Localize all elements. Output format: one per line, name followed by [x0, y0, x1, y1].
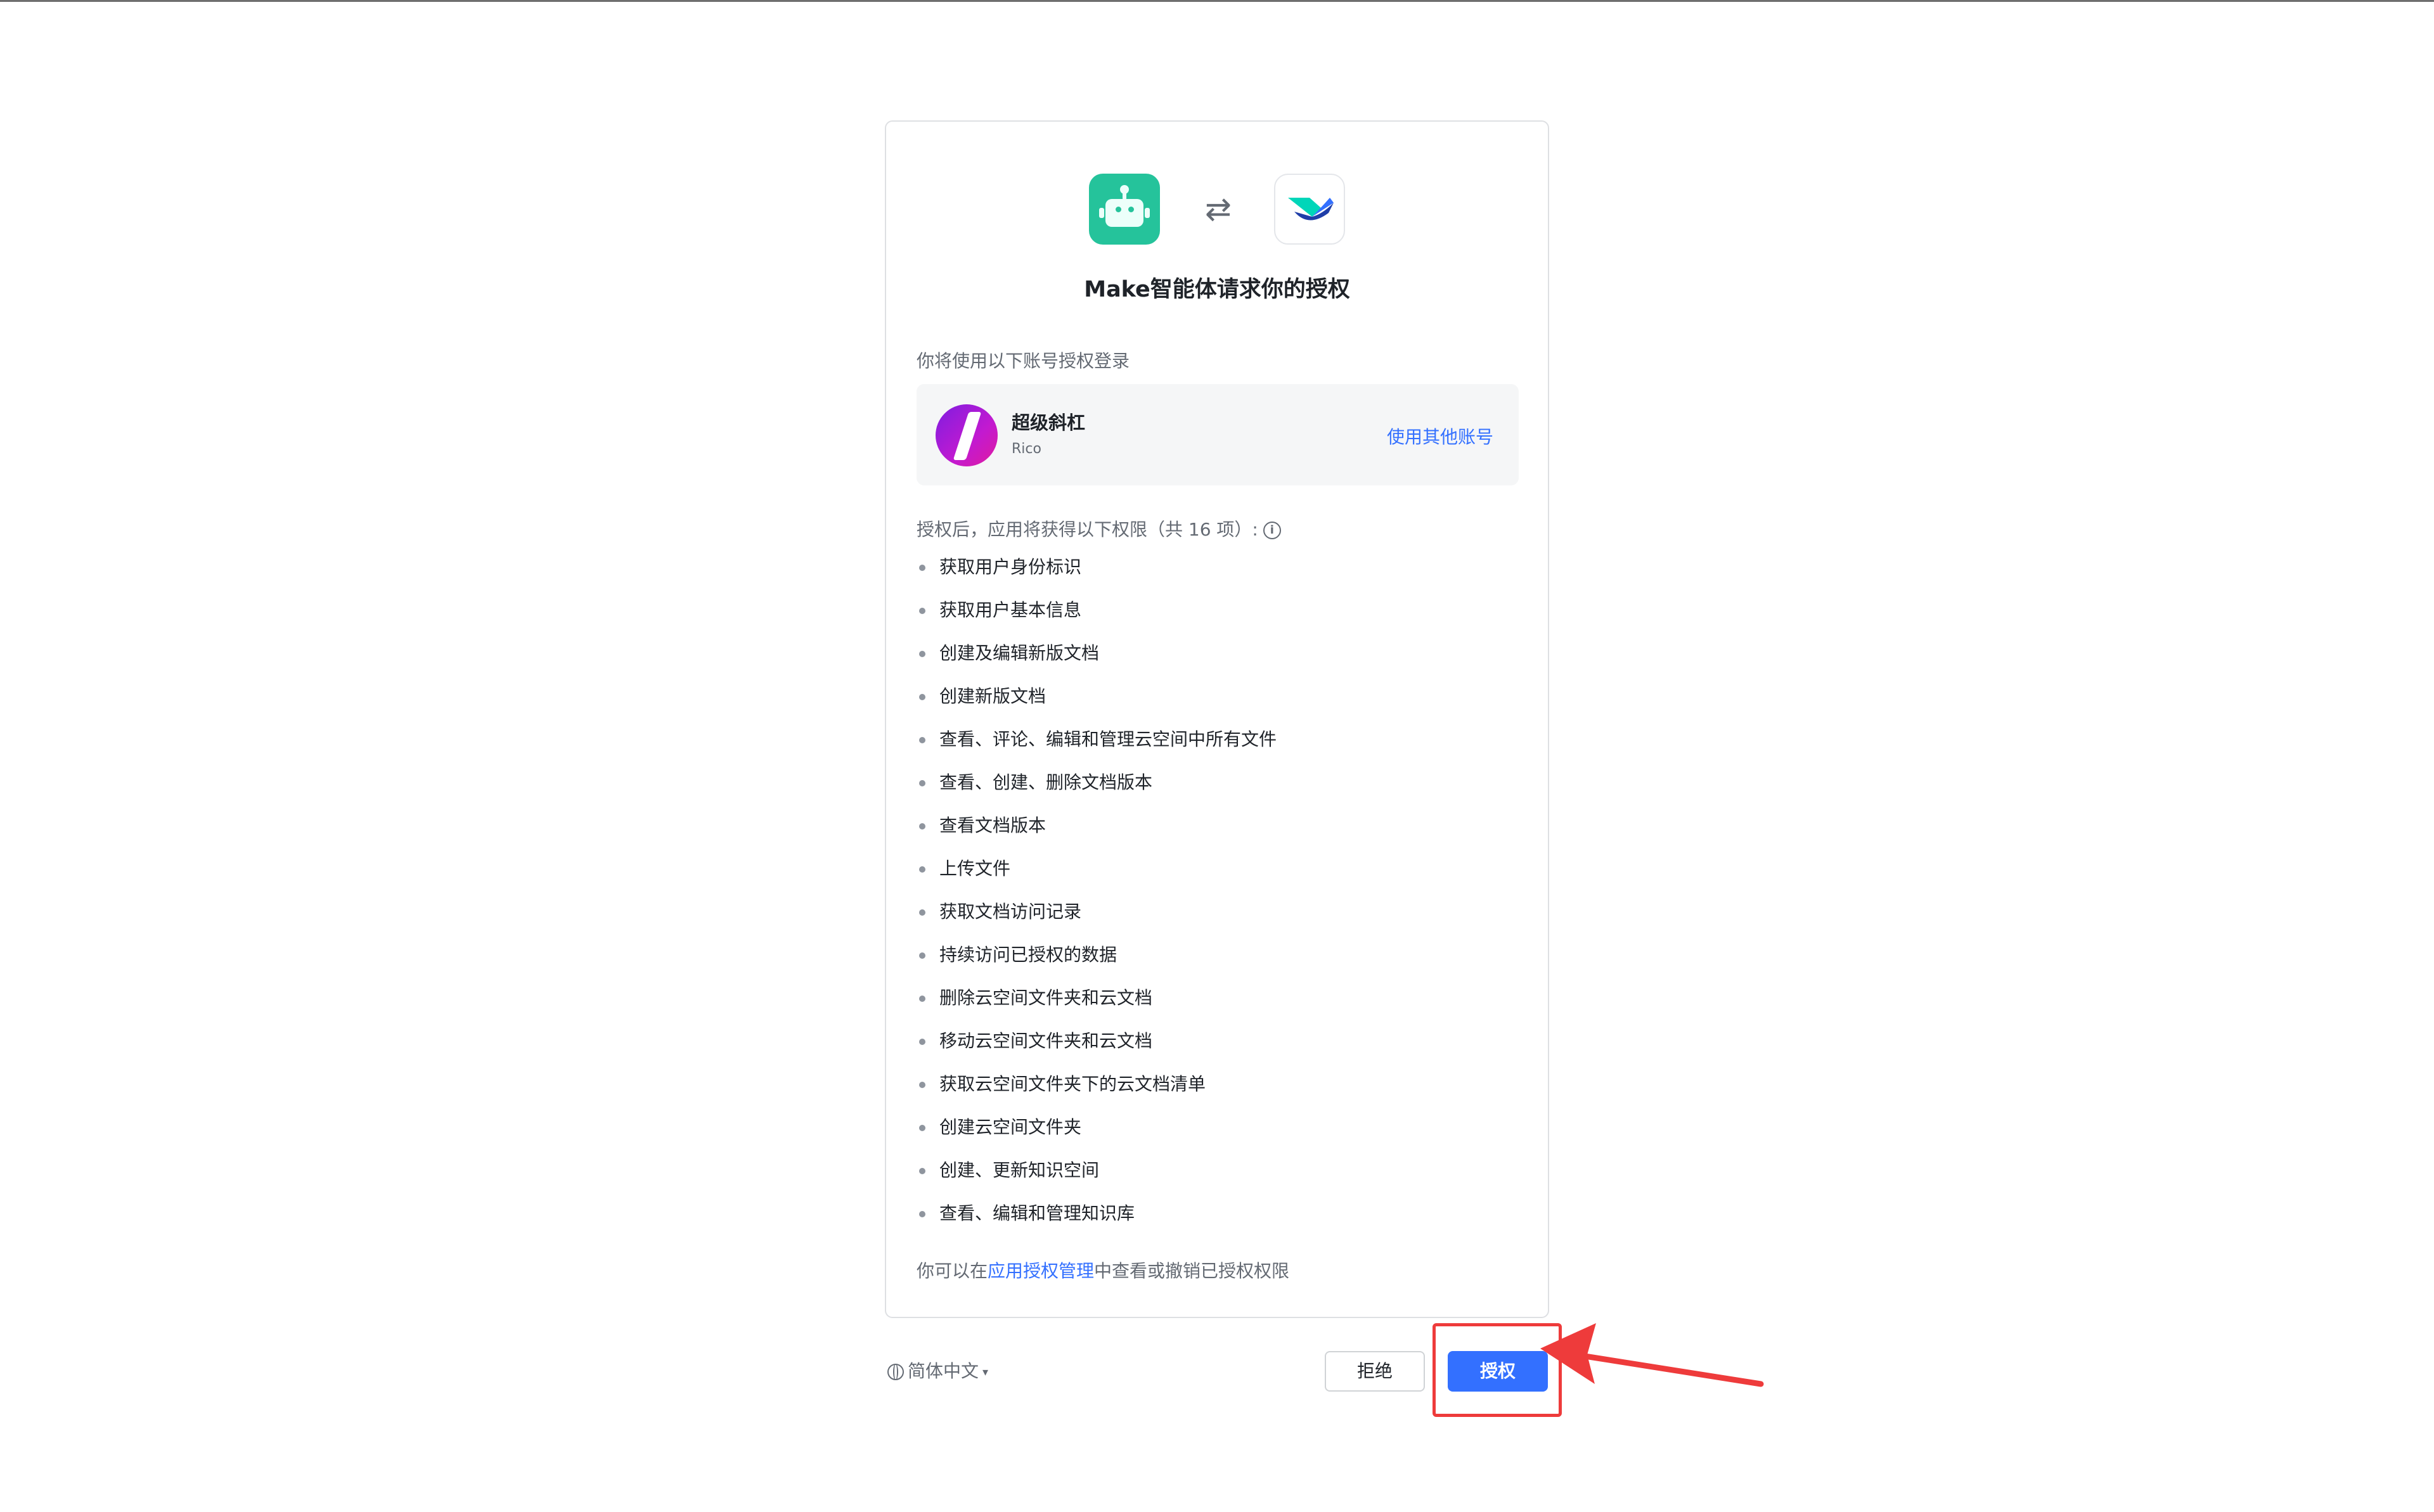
annotation-arrow-icon	[1540, 1323, 1764, 1387]
reject-button[interactable]: 拒绝	[1325, 1351, 1425, 1392]
permission-item: 获取云空间文件夹下的云文档清单	[917, 1073, 1277, 1117]
account-box: 超级斜杠 Rico 使用其他账号	[917, 384, 1519, 485]
window-top-border	[0, 0, 2434, 2]
dialog-title: Make智能体请求你的授权	[1084, 277, 1350, 302]
account-name: 超级斜杠	[1012, 412, 1086, 433]
permission-item: 移动云空间文件夹和云文档	[917, 1030, 1277, 1073]
permission-item: 获取用户基本信息	[917, 599, 1277, 643]
permission-item: 查看、创建、删除文档版本	[917, 772, 1277, 815]
globe-icon	[887, 1364, 904, 1380]
robot-app-icon	[1089, 174, 1160, 245]
permission-item: 创建新版文档	[917, 686, 1277, 729]
swap-icon: ⇄	[1205, 191, 1232, 227]
language-label: 简体中文	[908, 1361, 979, 1381]
avatar	[936, 404, 998, 466]
permission-item: 创建云空间文件夹	[917, 1117, 1277, 1160]
footer-note-prefix: 你可以在	[917, 1260, 988, 1281]
footer-note-suffix: 中查看或撤销已授权权限	[1094, 1260, 1290, 1281]
caret-down-icon: ▾	[982, 1366, 989, 1379]
authorization-card: ⇄ Make智能体请求你的授权 你将使用以下账号授权登录 超级斜杠 Rico 使…	[885, 120, 1549, 1318]
permission-item: 创建、更新知识空间	[917, 1160, 1277, 1203]
permission-item: 查看、评论、编辑和管理云空间中所有文件	[917, 729, 1277, 772]
permission-item: 上传文件	[917, 858, 1277, 901]
account-section-label: 你将使用以下账号授权登录	[917, 350, 1130, 371]
permission-list: 获取用户身份标识 获取用户基本信息 创建及编辑新版文档 创建新版文档 查看、评论、编辑和…	[917, 556, 1277, 1246]
switch-account-link[interactable]: 使用其他账号	[1387, 423, 1493, 449]
permission-item: 获取用户身份标识	[917, 556, 1277, 599]
permission-item: 删除云空间文件夹和云文档	[917, 987, 1277, 1030]
permission-item: 创建及编辑新版文档	[917, 643, 1277, 686]
permissions-label: 授权后，应用将获得以下权限（共 16 项）: i	[917, 516, 1281, 541]
permission-item: 查看、编辑和管理知识库	[917, 1203, 1277, 1246]
permission-item: 获取文档访问记录	[917, 901, 1277, 944]
language-selector[interactable]: 简体中文 ▾	[887, 1357, 988, 1383]
permission-item: 持续访问已授权的数据	[917, 944, 1277, 987]
account-username: Rico	[1012, 441, 1041, 457]
footer-note: 你可以在应用授权管理中查看或撤销已授权权限	[917, 1257, 1289, 1283]
info-icon[interactable]: i	[1263, 522, 1281, 539]
app-authorization-management-link[interactable]: 应用授权管理	[988, 1260, 1094, 1281]
lark-app-icon	[1274, 174, 1345, 245]
permission-item: 查看文档版本	[917, 815, 1277, 858]
permissions-label-text: 授权后，应用将获得以下权限（共 16 项）:	[917, 519, 1258, 540]
